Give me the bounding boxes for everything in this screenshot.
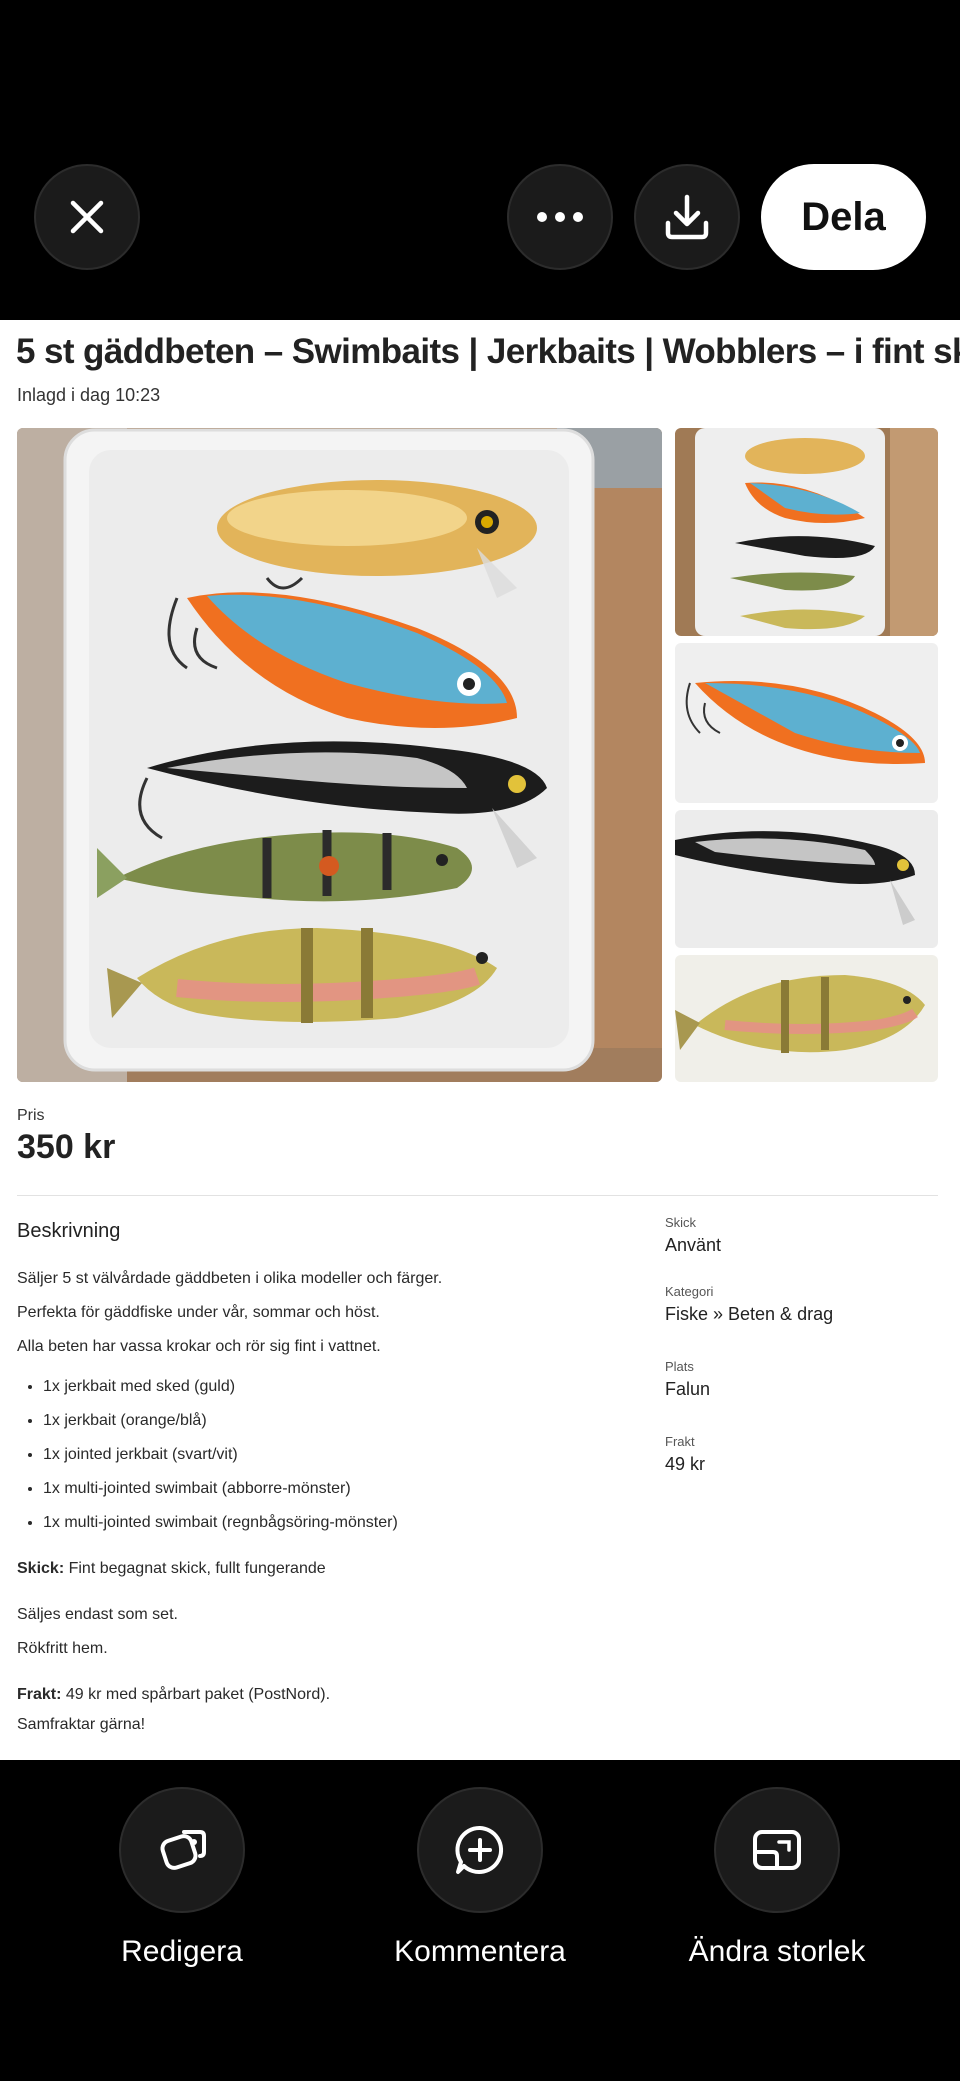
thumbnail-1[interactable] bbox=[675, 428, 938, 636]
list-item: 1x multi-jointed swimbait (regnbågsöring… bbox=[43, 1509, 617, 1543]
detail-category: Kategori Fiske » Beten & drag bbox=[665, 1284, 935, 1359]
share-button[interactable]: Dela bbox=[761, 164, 926, 270]
divider bbox=[17, 1195, 938, 1196]
description-line: Säljer 5 st välvårdade gäddbeten i olika… bbox=[17, 1270, 443, 1287]
thumbnail-4[interactable] bbox=[675, 955, 938, 1082]
detail-location: Plats Falun bbox=[665, 1359, 935, 1434]
condition-label: Skick: bbox=[17, 1560, 65, 1577]
shipping-text: 49 kr med spårbart paket (PostNord). bbox=[61, 1686, 331, 1703]
resize-icon bbox=[753, 1830, 801, 1870]
listing-screenshot: 5 st gäddbeten – Swimbaits | Jerkbaits |… bbox=[0, 320, 960, 1760]
comment-button-circle[interactable] bbox=[417, 1787, 543, 1913]
list-item: 1x jerkbait (orange/blå) bbox=[43, 1407, 617, 1441]
description-heading: Beskrivning bbox=[17, 1220, 121, 1242]
details-panel: Skick Använt Kategori Fiske » Beten & dr… bbox=[665, 1215, 935, 1503]
detail-shipping: Frakt 49 kr bbox=[665, 1434, 935, 1503]
detail-condition: Skick Använt bbox=[665, 1215, 935, 1284]
shipping-line: Frakt: 49 kr med spårbart paket (PostNor… bbox=[17, 1681, 617, 1711]
description-line: Perfekta för gäddfiske under vår, sommar… bbox=[17, 1304, 380, 1321]
set-line: Säljes endast som set. bbox=[17, 1606, 178, 1623]
thumbnail-3-photo bbox=[675, 810, 938, 948]
resize-button-circle[interactable] bbox=[714, 1787, 840, 1913]
edit-image-icon bbox=[160, 1830, 206, 1870]
detail-value: 49 kr bbox=[665, 1454, 706, 1474]
shipping-label: Frakt: bbox=[17, 1686, 62, 1703]
detail-label: Skick bbox=[665, 1215, 697, 1230]
comment-button[interactable]: Kommentera bbox=[350, 1787, 610, 1987]
close-button[interactable] bbox=[34, 164, 140, 270]
resize-label: Ändra storlek bbox=[688, 1935, 866, 1968]
download-icon bbox=[665, 194, 709, 240]
more-button[interactable] bbox=[507, 164, 613, 270]
edit-button[interactable]: Redigera bbox=[52, 1787, 312, 1987]
edit-button-circle[interactable] bbox=[119, 1787, 245, 1913]
comment-label: Kommentera bbox=[394, 1935, 566, 1968]
detail-label: Kategori bbox=[665, 1284, 714, 1299]
list-item: 1x jointed jerkbait (svart/vit) bbox=[43, 1441, 617, 1475]
resize-button[interactable]: Ändra storlek bbox=[647, 1787, 907, 1987]
list-item: 1x multi-jointed swimbait (abborre-mönst… bbox=[43, 1475, 617, 1509]
thumbnail-4-photo bbox=[675, 955, 938, 1082]
condition-line: Skick: Fint begagnat skick, fullt funger… bbox=[17, 1555, 617, 1589]
thumbnail-3[interactable] bbox=[675, 810, 938, 948]
price-value: 350 kr bbox=[17, 1128, 116, 1166]
edit-label: Redigera bbox=[121, 1935, 243, 1968]
bottom-action-bar: Redigera Kommentera Ändra storlek bbox=[0, 1760, 960, 2081]
listing-title: 5 st gäddbeten – Swimbaits | Jerkbaits |… bbox=[16, 332, 960, 371]
cobundle-line: Samfraktar gärna! bbox=[17, 1716, 146, 1733]
more-horizontal-icon bbox=[537, 212, 583, 222]
detail-label: Plats bbox=[665, 1359, 694, 1374]
close-icon bbox=[70, 200, 104, 234]
detail-value: Falun bbox=[665, 1379, 711, 1399]
thumbnail-2-photo bbox=[675, 643, 938, 803]
main-photo[interactable] bbox=[17, 428, 662, 1082]
price-label: Pris bbox=[17, 1107, 45, 1124]
download-button[interactable] bbox=[634, 164, 740, 270]
item-list: 1x jerkbait med sked (guld) 1x jerkbait … bbox=[17, 1373, 617, 1543]
detail-value: Använt bbox=[665, 1235, 722, 1255]
thumbnail-2[interactable] bbox=[675, 643, 938, 803]
detail-value: Fiske » Beten & drag bbox=[665, 1304, 834, 1324]
list-item: 1x jerkbait med sked (guld) bbox=[43, 1373, 617, 1407]
thumbnail-1-photo bbox=[675, 428, 938, 636]
detail-label: Frakt bbox=[665, 1434, 695, 1449]
condition-text: Fint begagnat skick, fullt fungerande bbox=[64, 1560, 326, 1577]
lures-photo bbox=[17, 428, 662, 1082]
top-bar: Dela bbox=[0, 0, 960, 320]
description-line: Alla beten har vassa krokar och rör sig … bbox=[17, 1338, 381, 1355]
description: Säljer 5 st välvårdade gäddbeten i olika… bbox=[17, 1265, 617, 1745]
add-comment-icon bbox=[455, 1825, 504, 1874]
smoke-line: Rökfritt hem. bbox=[17, 1640, 108, 1657]
posted-time: Inlagd i dag 10:23 bbox=[17, 385, 161, 405]
